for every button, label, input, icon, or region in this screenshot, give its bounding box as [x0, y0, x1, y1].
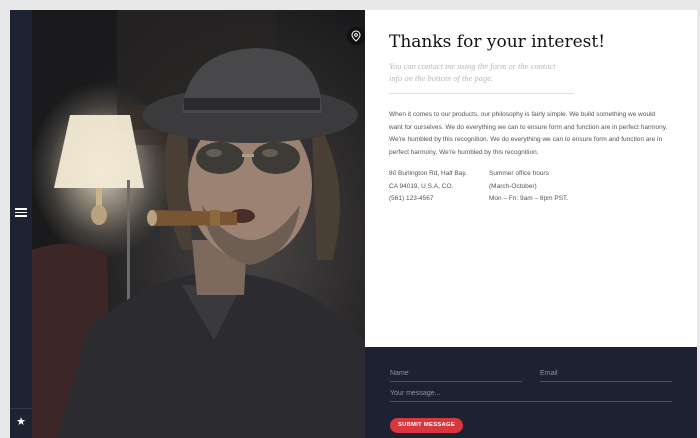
phone-number: (561) 123-4567 — [389, 195, 434, 202]
submit-message-button[interactable]: SUBMIT MESSAGE — [390, 418, 463, 433]
nav-divider — [10, 408, 32, 409]
star-icon[interactable]: ★ — [15, 416, 27, 428]
contact-form: Name Email Your message... SUBMIT MESSAG… — [365, 347, 697, 438]
page-title: Thanks for your interest! — [389, 32, 606, 52]
hours-line: Mon – Fri: 9am – 6pm PST. — [489, 195, 569, 202]
subtitle-line: info on the bottom of the page. — [389, 73, 494, 83]
paragraph-line: We're humbled by this recognition. We do… — [389, 136, 663, 143]
address-block: 80 Burlington Rd, Half Bay. CA 94019, U.… — [389, 168, 485, 206]
paragraph-line: want for ourselves. We do everything we … — [389, 123, 668, 131]
paragraph-line: perfect harmony. We're humbled by this r… — [389, 148, 539, 156]
office-hours-block: Summer office hours (March-October) Mon … — [489, 168, 609, 206]
contact-info-panel: Thanks for your interest! You can contac… — [365, 10, 697, 347]
hero-photo — [32, 10, 365, 438]
subtitle-line: You can contact me using the form or the… — [389, 61, 556, 71]
hamburger-menu-icon[interactable] — [15, 206, 27, 218]
portrait-illustration — [32, 10, 365, 438]
paragraph-line: When it comes to our products, our philo… — [389, 111, 656, 118]
name-input[interactable]: Name — [390, 367, 522, 382]
email-input[interactable]: Email — [540, 367, 672, 382]
divider — [389, 93, 574, 94]
message-input[interactable]: Your message... — [390, 387, 672, 402]
hours-line: Summer office hours — [489, 170, 549, 177]
address-line: 80 Burlington Rd, Half Bay. — [389, 170, 467, 177]
hours-line: (March-October) — [489, 182, 537, 190]
page-frame: ★ Thanks for your interest! You can cont… — [10, 10, 697, 438]
left-nav-strip: ★ — [10, 10, 32, 438]
map-pin-icon[interactable] — [347, 27, 365, 45]
address-line: CA 94019, U.S.A, CO. — [389, 182, 454, 190]
subtitle: You can contact me using the form or the… — [389, 60, 579, 84]
intro-paragraph: When it comes to our products, our philo… — [389, 109, 668, 159]
